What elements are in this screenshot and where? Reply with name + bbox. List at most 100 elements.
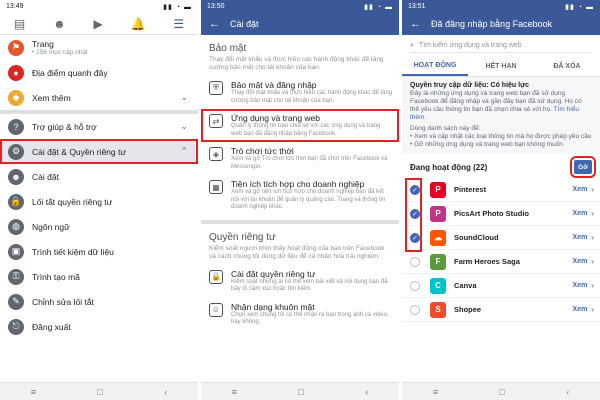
app-row[interactable]: ✓ ☁ SoundCloud Xem › (402, 226, 600, 250)
settings-row-desc: Chọn xem chúng tôi có thể nhận ra bạn tr… (231, 311, 388, 326)
chevron-down-icon: ⌄ (180, 121, 188, 131)
status-bar: 13:50 ▮▮ ◔ ▬ (201, 0, 399, 13)
apps-title: Đã đăng nhập bằng Facebook (431, 19, 553, 29)
settings-row[interactable]: ◈ Trò chơi tức thời Xem và gỡ Trò chơi tức… (201, 142, 399, 175)
view-link[interactable]: Xem (573, 210, 588, 217)
app-icon: S (430, 301, 446, 318)
view-link[interactable]: Xem (573, 306, 588, 313)
tab-active[interactable]: HOẠT ĐỘNG (402, 57, 468, 76)
checkbox[interactable] (410, 304, 420, 315)
recents-icon[interactable]: ≡ (433, 387, 438, 397)
tab-bar: HOẠT ĐỘNG HẾT HẠN ĐÃ XÓA (402, 57, 600, 77)
home-icon[interactable]: □ (499, 387, 504, 397)
android-nav: ≡ □ ‹ (0, 382, 198, 400)
checkbox[interactable] (410, 280, 420, 291)
news-feed-icon[interactable]: ▤ (14, 17, 25, 31)
settings-row[interactable]: ☺ Nhận dạng khuôn mặt Chọn xem chúng tôi c… (201, 298, 399, 331)
app-icon: P (430, 181, 446, 198)
recents-icon[interactable]: ≡ (31, 387, 36, 397)
panel-apps: 13:51 ▮▮ ◔ ▬ ← Đã đăng nhập bằng Faceboo… (402, 0, 600, 400)
help-row[interactable]: ? Trợ giúp & hỗ trợ ⌄ (0, 114, 198, 139)
settings-subitem[interactable]: ✎ Chỉnh sửa lối tắt (0, 289, 198, 314)
view-link[interactable]: Xem (573, 258, 588, 265)
chevron-right-icon: › (591, 305, 594, 314)
friends-icon[interactable]: ☻ (53, 17, 66, 31)
menu-item[interactable]: ⚑ Trang • 256 mục cập nhật (0, 35, 198, 60)
settings-row-title: Nhận dạng khuôn mặt (231, 301, 315, 312)
checkbox[interactable]: ✓ (410, 208, 420, 219)
view-link[interactable]: Xem (573, 282, 588, 289)
app-row[interactable]: ✓ P PicsArt Photo Studio Xem › (402, 202, 600, 226)
settings-subitem[interactable]: ◍ Ngôn ngữ (0, 214, 198, 239)
settings-subitem[interactable]: 🔒 Lối tắt quyền riêng tư (0, 189, 198, 214)
settings-subitem[interactable]: ☻ Cài đặt (0, 164, 198, 189)
tab-removed[interactable]: ĐÃ XÓA (534, 57, 600, 76)
menu-item-sub: • 256 mục cập nhật (32, 49, 88, 56)
menu-item[interactable]: ● Địa điểm quanh đây (0, 60, 198, 85)
back-arrow-icon[interactable]: ← (209, 18, 220, 30)
subitem-icon: ⎋ (8, 318, 24, 335)
settings-subitem-label: Trình tạo mã (32, 271, 80, 282)
settings-subitem[interactable]: ⚿ Trình tạo mã (0, 264, 198, 289)
back-icon[interactable]: ‹ (164, 387, 167, 397)
settings-row-icon: ☺ (209, 302, 223, 317)
tab-expired[interactable]: HẾT HẠN (468, 57, 534, 76)
subitem-icon: ☻ (8, 168, 24, 185)
menu-item[interactable]: ◆ Xem thêm ⌄ (0, 85, 198, 110)
settings-privacy-row[interactable]: ⚙ Cài đặt & Quyền riêng tư ⌃ (0, 139, 198, 164)
help-label: Trợ giúp & hỗ trợ (32, 121, 97, 132)
info-box: Quyền truy cập dữ liệu: Có hiệu lực Đây … (402, 77, 600, 154)
back-arrow-icon[interactable]: ← (410, 18, 421, 30)
menu-icon[interactable]: ☰ (173, 17, 184, 31)
chevron-right-icon: › (591, 209, 594, 218)
menu-item-icon: ⚑ (8, 39, 24, 56)
status-icons: ▮▮ ◔ ▬ (565, 3, 594, 11)
security-rows: ⛨ Bảo mật và đăng nhập Thay đổi mật khẩu v… (201, 76, 399, 216)
settings-row[interactable]: ⇄ Ứng dụng và trang web Quản lý thông tin … (201, 109, 399, 142)
view-link[interactable]: Xem (573, 186, 588, 193)
search-icon: ⌕ (410, 41, 414, 49)
settings-subitem-label: Cài đặt (32, 171, 59, 182)
menu-item-label: Địa điểm quanh đây (32, 67, 108, 78)
home-icon[interactable]: □ (298, 387, 303, 397)
settings-row[interactable]: 🔒 Cài đặt quyền riêng tư Kiểm soát những a… (201, 265, 399, 298)
menu-item-text: Trang • 256 mục cập nhật (32, 39, 88, 56)
home-icon[interactable]: □ (97, 387, 102, 397)
checkbox[interactable] (410, 256, 420, 267)
app-name: Pinterest (454, 185, 487, 194)
notifications-icon[interactable]: 🔔 (131, 17, 146, 31)
view-link[interactable]: Xem (573, 234, 588, 241)
settings-subitem[interactable]: ▣ Trình tiết kiệm dữ liệu (0, 239, 198, 264)
status-time: 13:51 (408, 3, 426, 10)
back-icon[interactable]: ‹ (566, 387, 569, 397)
recents-icon[interactable]: ≡ (232, 387, 237, 397)
settings-subitem[interactable]: ⎋ Đăng xuất (0, 314, 198, 339)
status-time: 13:50 (207, 3, 225, 10)
settings-row[interactable]: ⛨ Bảo mật và đăng nhập Thay đổi mật khẩu v… (201, 76, 399, 109)
checkbox[interactable]: ✓ (410, 184, 420, 195)
privacy-section-desc: Kiểm soát người nhìn thấy hoạt động của … (209, 244, 385, 260)
status-bar: 13:51 ▮▮ ◔ ▬ (402, 0, 600, 13)
settings-row[interactable]: ▦ Tiện ích tích hợp cho doanh nghiệp Xem v… (201, 175, 399, 216)
gear-icon: ⚙ (8, 143, 24, 160)
search-placeholder: Tìm kiếm ứng dụng và trang web (418, 42, 522, 49)
settings-row-title: Bảo mật và đăng nhập (231, 80, 317, 90)
remove-button[interactable]: Gỡ (570, 156, 596, 178)
watch-icon[interactable]: ▶ (94, 17, 103, 31)
status-time: 13:49 (6, 3, 24, 10)
checkbox[interactable]: ✓ (410, 232, 420, 243)
app-row[interactable]: F Farm Heroes Saga Xem › (402, 250, 600, 274)
app-row[interactable]: C Canva Xem › (402, 274, 600, 298)
subitem-icon: ⚿ (8, 268, 24, 285)
app-row[interactable]: S Shopee Xem › (402, 298, 600, 322)
app-row[interactable]: ✓ P Pinterest Xem › (402, 178, 600, 202)
back-icon[interactable]: ‹ (365, 387, 368, 397)
menu-item-icon: ● (8, 64, 24, 81)
settings-subitem-label: Trình tiết kiệm dữ liệu (32, 246, 114, 257)
settings-row-text: Tiện ích tích hợp cho doanh nghiệp Xem và… (231, 179, 393, 212)
app-icon: F (430, 253, 446, 270)
settings-row-desc: Kiểm soát những ai có thể xem bài viết v… (231, 278, 388, 293)
settings-subitem-label: Lối tắt quyền riêng tư (32, 196, 113, 207)
search-input[interactable]: ⌕ Tìm kiếm ứng dụng và trang web (410, 39, 592, 53)
settings-row-text: Cài đặt quyền riêng tư Kiểm soát những ai… (231, 269, 393, 294)
